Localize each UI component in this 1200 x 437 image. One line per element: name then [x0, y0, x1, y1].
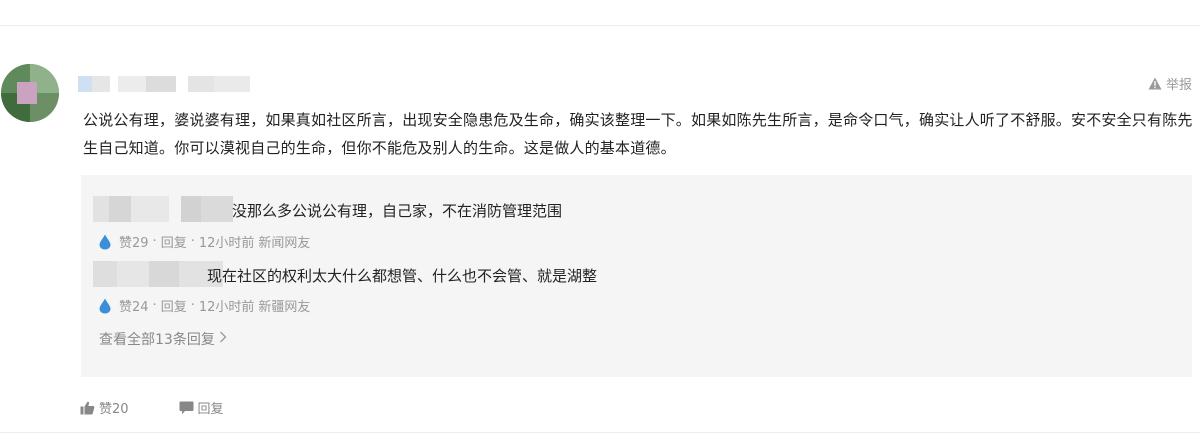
- reply-likes[interactable]: 赞24: [119, 296, 149, 315]
- reply-reply-link[interactable]: 回复: [161, 296, 187, 315]
- avatar[interactable]: [1, 64, 59, 122]
- comment-page: 举报 公说公有理，婆说婆有理，如果真如社区所言，出现安全隐患危及生命，确实该整理…: [0, 0, 1200, 437]
- comment-reply-label: 回复: [197, 402, 224, 417]
- view-all-replies-link[interactable]: 查看全部13条回复: [99, 329, 227, 349]
- speech-bubble-icon: [179, 401, 194, 415]
- reply-meta: 赞24 · 回复 · 12小时前 新疆网友: [99, 296, 310, 315]
- replies-panel: 没那么多公说公有理，自己家，不在消防管理范围 赞29 · 回复 · 12小时前 …: [81, 175, 1192, 377]
- reply-username-blurred[interactable]: [93, 261, 223, 287]
- bottom-divider: [0, 432, 1200, 433]
- report-button[interactable]: 举报: [1148, 74, 1192, 93]
- comment-likes: 赞20: [99, 402, 129, 417]
- reply-button[interactable]: 回复: [179, 398, 224, 417]
- thumbs-up-icon: [80, 401, 95, 415]
- username-blurred[interactable]: [78, 76, 250, 92]
- reply-time: 12小时前: [198, 300, 255, 315]
- warning-triangle-icon: [1148, 77, 1162, 90]
- reply-likes[interactable]: 赞29: [119, 232, 149, 251]
- top-divider: [0, 25, 1200, 26]
- reply-username-blurred[interactable]: [93, 196, 233, 222]
- comment-actions: 赞20 回复: [80, 398, 224, 417]
- comment-text: 公说公有理，婆说婆有理，如果真如社区所言，出现安全隐患危及生命，确实该整理一下。…: [83, 111, 1193, 157]
- reply-reply-link[interactable]: 回复: [161, 232, 187, 251]
- like-button[interactable]: 赞20: [80, 398, 129, 417]
- report-label: 举报: [1165, 78, 1192, 93]
- reply-text: 现在社区的权利太大什么都想管、什么也不会管、就是湖整: [207, 267, 598, 285]
- like-drop-icon[interactable]: [99, 234, 111, 250]
- reply-source: 新疆网友: [258, 300, 311, 315]
- chevron-right-icon: [219, 331, 227, 347]
- reply-source: 新闻网友: [258, 236, 311, 251]
- reply-meta: 赞29 · 回复 · 12小时前 新闻网友: [99, 232, 310, 251]
- reply-time: 12小时前: [198, 236, 255, 251]
- reply-text: 没那么多公说公有理，自己家，不在消防管理范围: [232, 202, 563, 220]
- like-drop-icon[interactable]: [99, 298, 111, 314]
- view-all-label: 查看全部13条回复: [99, 332, 215, 348]
